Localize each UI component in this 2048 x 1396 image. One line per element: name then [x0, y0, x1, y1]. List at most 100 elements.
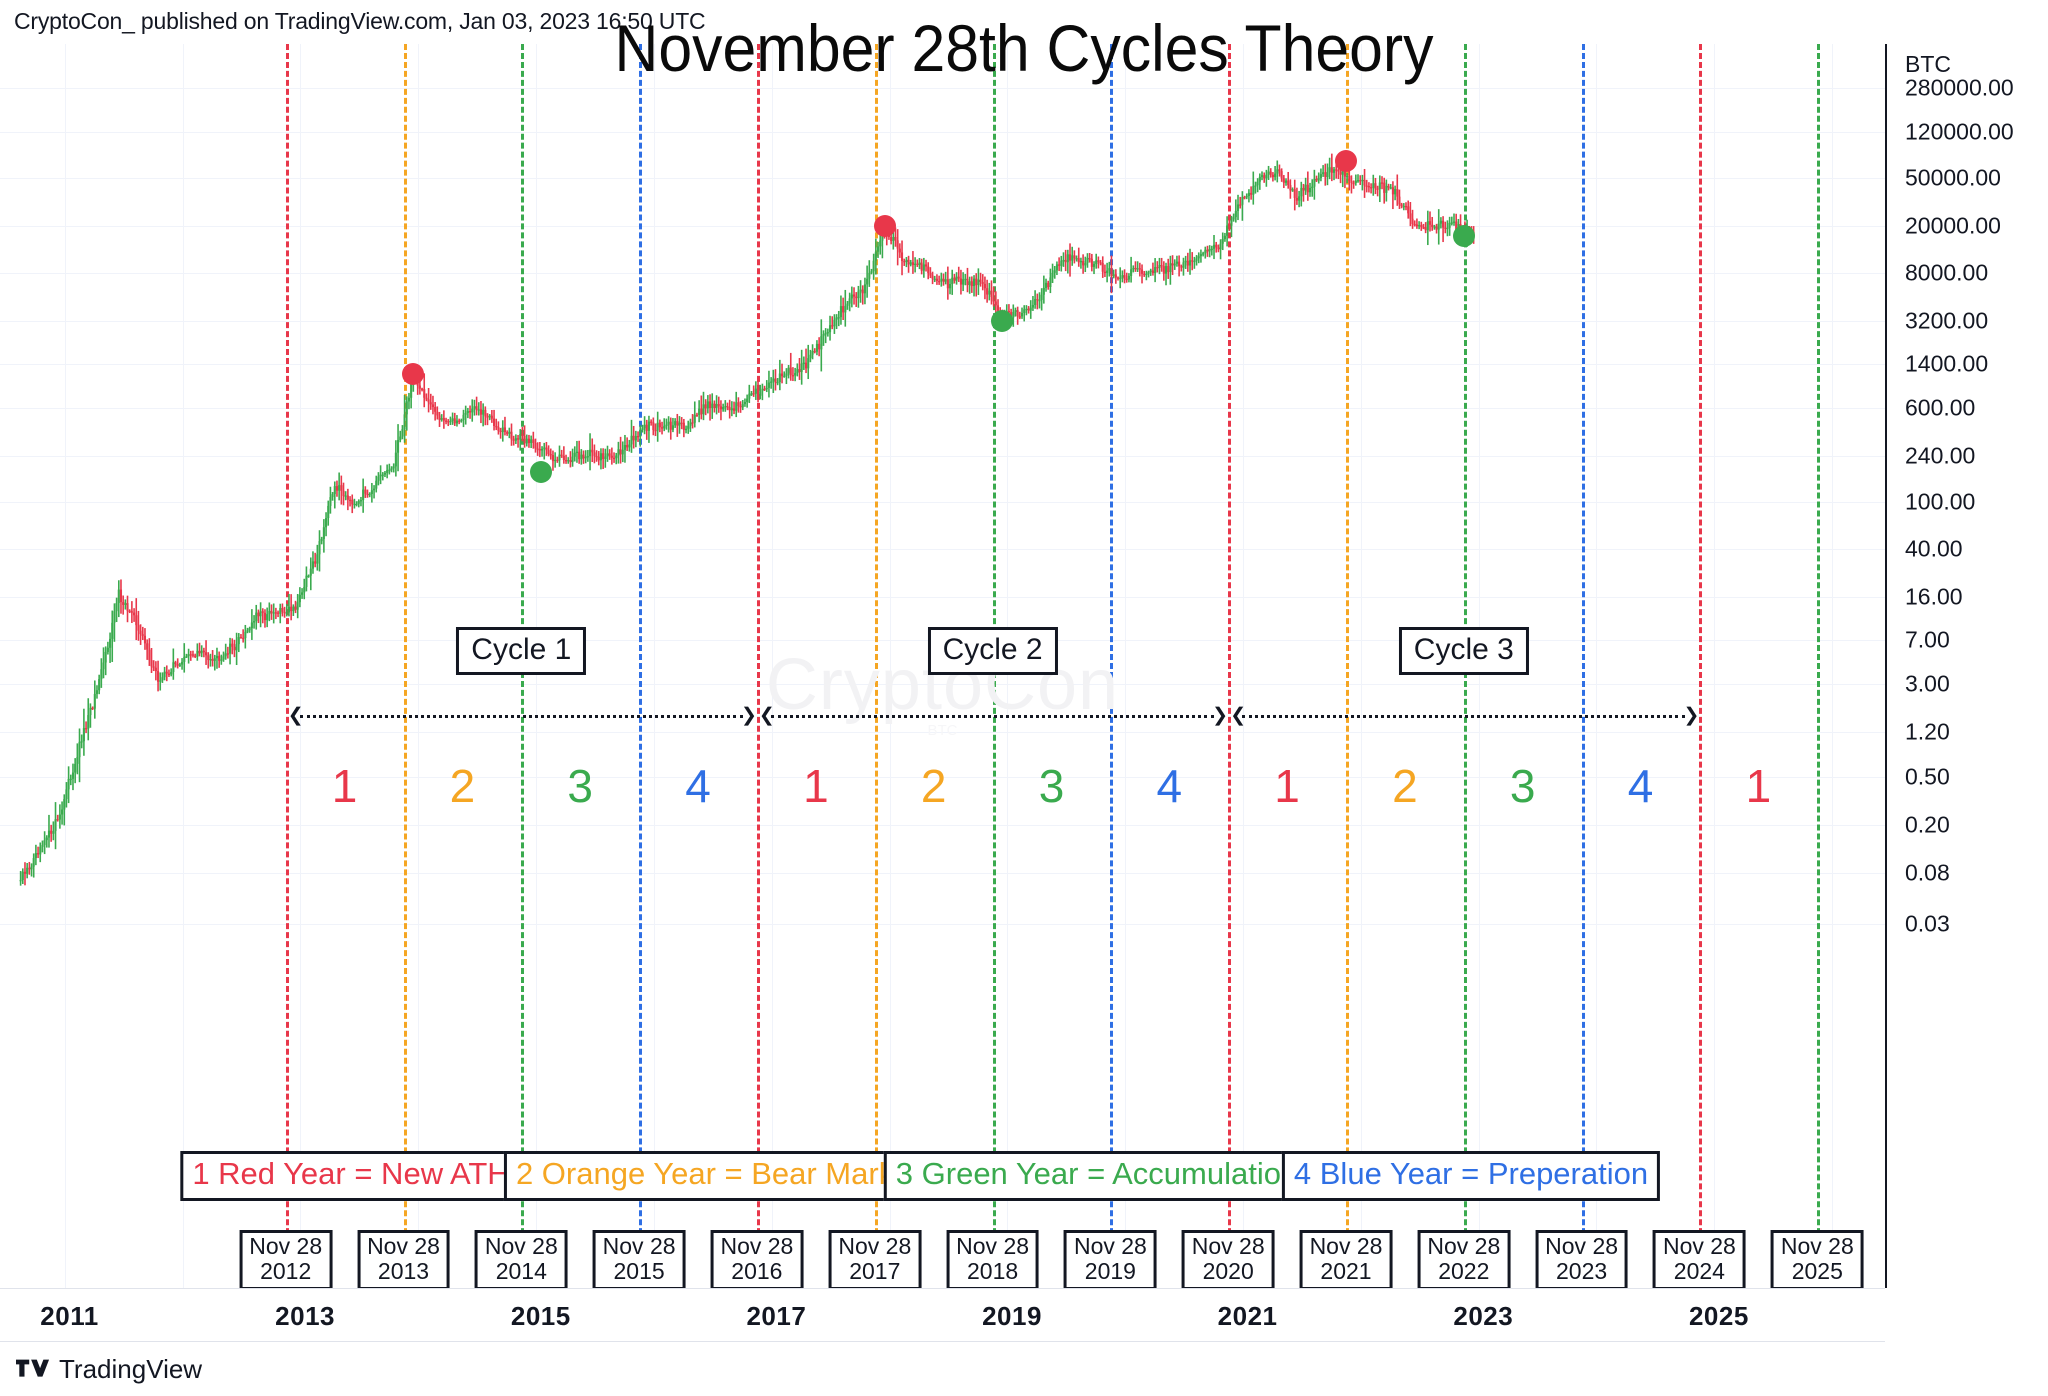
year-type-digit: 4 [1627, 760, 1654, 812]
date-box-year: 2015 [613, 1257, 665, 1284]
price-tick-label: 1400.00 [1905, 350, 1989, 377]
date-box-2017: Nov 28 2017 [828, 1230, 922, 1288]
tradingview-brand: TradingView [59, 1354, 203, 1384]
year-type-digit: 4 [1156, 760, 1183, 812]
date-box-year: 2018 [967, 1257, 1019, 1284]
date-box-2020: Nov 28 2020 [1181, 1230, 1275, 1288]
date-box-year: 2013 [377, 1257, 430, 1284]
pivot-marker-bottom [530, 461, 552, 484]
xaxis-tick-2017: 2017 [746, 1301, 807, 1331]
date-box-month-day: Nov 28 [720, 1233, 794, 1259]
price-tick-label: 3.00 [1905, 670, 1950, 697]
price-tick-label: 0.20 [1905, 811, 1950, 838]
xaxis-tick-2013: 2013 [275, 1301, 336, 1331]
pivot-marker-top [873, 215, 896, 237]
price-tick-label: 8000.00 [1905, 259, 1989, 286]
year-type-digit: 3 [567, 760, 593, 812]
date-box-month-day: Nov 28 [1191, 1233, 1265, 1259]
price-axis[interactable]: BTC 280000.00 120000.00 50000.00 20000.00 800… [1887, 44, 2048, 1288]
cycle-span-1: ❮ ❯ [288, 706, 757, 725]
xaxis-tick-2025: 2025 [1688, 1301, 1749, 1331]
date-box-month-day: Nov 28 [484, 1233, 558, 1259]
span-dotted-line [770, 715, 1215, 718]
year-type-digit: 1 [1745, 760, 1772, 812]
tradingview-logo-icon [16, 1359, 50, 1377]
date-box-month-day: Nov 28 [1780, 1233, 1854, 1259]
legend-item-2: 2 Orange Year = Bear Market [503, 1151, 933, 1201]
date-box-2024: Nov 28 2024 [1652, 1230, 1746, 1288]
tradingview-footer: TradingView [16, 1354, 202, 1385]
date-box-year: 2022 [1438, 1257, 1490, 1284]
xaxis-tick-2023: 2023 [1453, 1301, 1514, 1331]
date-box-year: 2020 [1202, 1257, 1254, 1284]
cycle-label-3: Cycle 3 [1398, 627, 1529, 675]
xaxis-tick-2015: 2015 [510, 1301, 571, 1331]
date-box-month-day: Nov 28 [956, 1233, 1030, 1259]
chart-plot-area[interactable]: CryptoCon BTC Cycle 1 ❮ ❯ Cycle 2 ❮ ❯ Cycle 3 ❮… [0, 44, 1885, 1288]
pivot-marker-bottom [991, 309, 1014, 332]
year-type-digit: 1 [803, 760, 829, 812]
xaxis-bottom-border [0, 1341, 1885, 1342]
date-box-month-day: Nov 28 [602, 1233, 676, 1259]
span-dotted-line [1242, 715, 1686, 718]
year-type-digit: 1 [1274, 760, 1300, 812]
price-tick-label: 16.00 [1905, 583, 1963, 610]
date-box-month-day: Nov 28 [1662, 1233, 1736, 1259]
date-box-month-day: Nov 28 [838, 1233, 912, 1259]
price-tick-label: 20000.00 [1905, 212, 2001, 238]
date-box-year: 2014 [495, 1257, 547, 1284]
price-tick-label: 1.20 [1905, 718, 1950, 745]
price-tick-label: 100.00 [1905, 488, 1976, 514]
xaxis-top-border [0, 1288, 1885, 1289]
date-box-year: 2019 [1084, 1257, 1136, 1284]
pivot-marker-top [402, 363, 425, 386]
pivot-marker-top [1335, 150, 1357, 172]
price-tick-label: 280000.00 [1905, 74, 2014, 101]
span-arrow-right-icon: ❯ [740, 705, 757, 726]
date-box-year: 2017 [849, 1257, 901, 1284]
span-dotted-line [299, 715, 743, 718]
year-type-digit: 1 [331, 760, 358, 812]
price-tick-label: 50000.00 [1905, 164, 2001, 191]
year-type-digit: 2 [920, 760, 947, 812]
date-box-year: 2016 [731, 1257, 783, 1284]
date-box-month-day: Nov 28 [1073, 1233, 1147, 1259]
date-box-2014: Nov 28 2014 [474, 1230, 568, 1288]
date-box-2023: Nov 28 2023 [1535, 1230, 1629, 1288]
date-box-2016: Nov 28 2016 [710, 1230, 804, 1288]
date-box-month-day: Nov 28 [1309, 1233, 1383, 1259]
chart-screenshot: CryptoCon_ published on TradingView.com,… [0, 0, 2048, 1396]
xaxis-tick-2021: 2021 [1217, 1301, 1278, 1331]
date-box-year: 2012 [260, 1257, 312, 1284]
cycle-span-3: ❮ ❯ [1230, 706, 1699, 725]
year-type-digit: 4 [685, 760, 711, 812]
price-tick-label: 0.03 [1905, 910, 1950, 937]
date-box-2022: Nov 28 2022 [1417, 1230, 1511, 1288]
price-tick-label: 240.00 [1905, 442, 1976, 469]
page-title: November 28th Cycles Theory [614, 11, 1434, 85]
price-tick-label: 0.50 [1905, 763, 1950, 790]
date-box-year: 2023 [1556, 1257, 1608, 1284]
year-type-digit: 3 [1038, 760, 1065, 812]
price-tick-label: 3200.00 [1905, 307, 1989, 334]
legend-item-3: 3 Green Year = Accumulation [883, 1151, 1311, 1201]
legend-item-4: 4 Blue Year = Preperation [1281, 1151, 1661, 1201]
date-box-2015: Nov 28 2015 [592, 1230, 686, 1288]
pivot-marker-bottom [1452, 224, 1475, 247]
year-type-digit: 2 [449, 760, 476, 812]
date-box-2025: Nov 28 2025 [1770, 1230, 1864, 1288]
span-arrow-right-icon: ❯ [1212, 705, 1228, 726]
price-tick-label: 0.08 [1905, 859, 1950, 886]
date-box-month-day: Nov 28 [1427, 1233, 1501, 1259]
date-box-month-day: Nov 28 [1545, 1233, 1619, 1259]
date-box-year: 2021 [1320, 1257, 1372, 1284]
date-box-year: 2024 [1673, 1257, 1725, 1284]
date-box-2018: Nov 28 2018 [946, 1230, 1040, 1288]
price-tick-label: 7.00 [1905, 626, 1950, 653]
xaxis-tick-2019: 2019 [982, 1301, 1042, 1331]
price-tick-label: 600.00 [1905, 394, 1976, 421]
year-type-digit: 3 [1509, 760, 1536, 812]
date-box-year: 2025 [1791, 1257, 1843, 1284]
date-box-2013: Nov 28 2013 [357, 1230, 450, 1288]
cycle-label-1: Cycle 1 [456, 627, 587, 675]
